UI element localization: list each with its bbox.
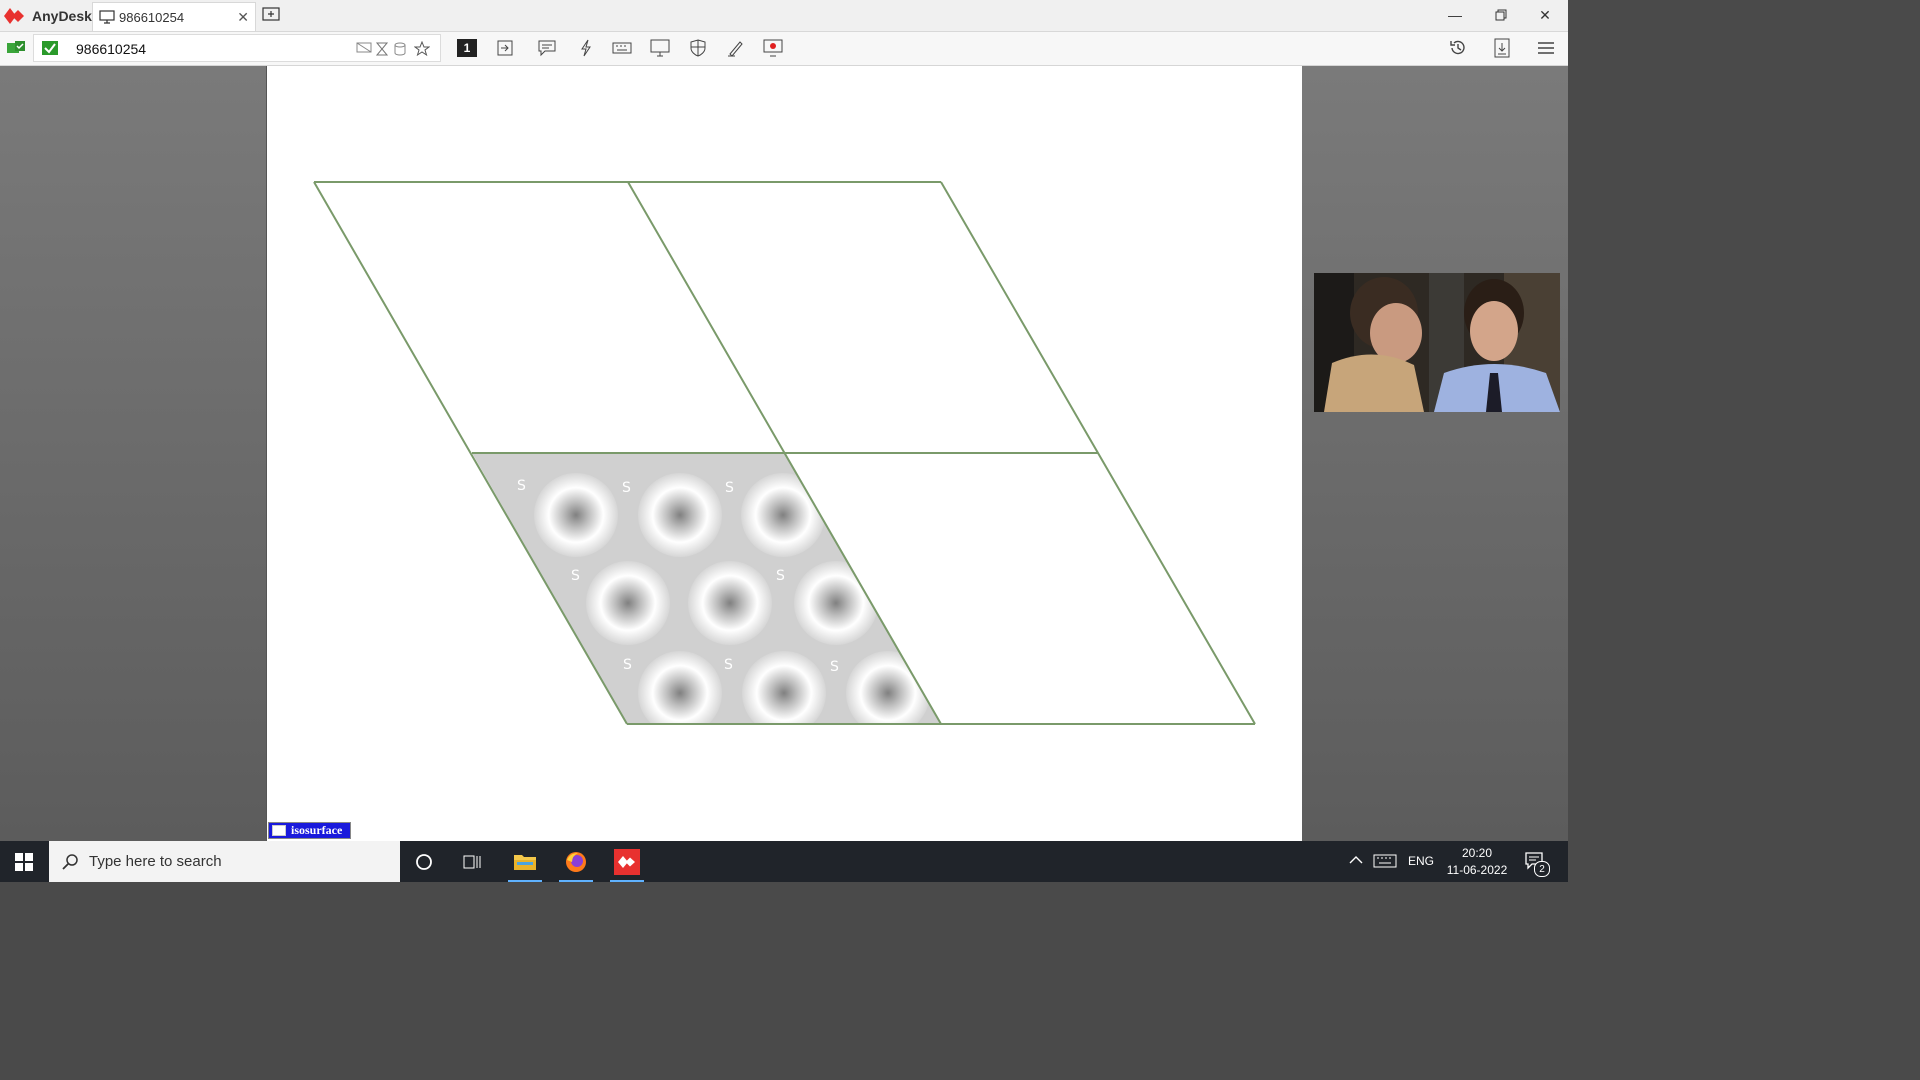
cell-label: S: [517, 478, 526, 494]
history-icon[interactable]: [1447, 37, 1469, 59]
taskbar: Type here to search ENG 20:20 11-06-2022…: [0, 841, 1568, 882]
record-session-icon[interactable]: [762, 37, 784, 59]
switch-sides-icon[interactable]: [494, 37, 516, 59]
clock-time: 20:20: [1461, 846, 1493, 860]
search-placeholder: Type here to search: [89, 853, 222, 870]
session-tab[interactable]: 986610254 ✕: [92, 2, 256, 31]
cortana-circle-icon: [416, 853, 432, 870]
cell-label: S: [724, 657, 733, 673]
notification-count-badge: 2: [1534, 861, 1550, 877]
address-bar[interactable]: 986610254: [33, 34, 441, 62]
cortana-button[interactable]: [403, 841, 445, 882]
monitor-select-button[interactable]: 1: [456, 37, 478, 59]
cell-label: S: [776, 568, 785, 584]
hourglass-icon[interactable]: [376, 42, 388, 56]
task-view-button[interactable]: [452, 841, 494, 882]
anydesk-logo-icon: [4, 8, 24, 24]
action-center-button[interactable]: 2: [1524, 851, 1550, 877]
database-icon[interactable]: [394, 42, 406, 56]
language-indicator[interactable]: ENG: [1408, 854, 1434, 868]
window-icon: [272, 825, 286, 836]
parallelogram-grid: S S S S S S S S: [313, 181, 1256, 725]
permissions-shield-icon[interactable]: [687, 37, 709, 59]
cell-label: S: [623, 657, 632, 673]
video-frame-image: [1314, 273, 1560, 412]
isosurface-window-label[interactable]: isosurface: [268, 822, 351, 839]
display-settings-icon[interactable]: [649, 37, 671, 59]
chat-icon[interactable]: [536, 37, 558, 59]
show-hidden-icons-chevron-icon[interactable]: [1349, 854, 1363, 868]
cell-label: S: [622, 480, 631, 496]
tab-label: 986610254: [119, 10, 185, 25]
active-indicator: [610, 880, 644, 882]
file-transfer-icon[interactable]: [1491, 37, 1513, 59]
close-tab-icon[interactable]: ✕: [237, 9, 249, 26]
taskbar-search[interactable]: Type here to search: [49, 841, 400, 882]
video-thumbnail: [1314, 273, 1560, 412]
monitor-number: 1: [457, 39, 477, 57]
actions-bolt-icon[interactable]: [575, 37, 597, 59]
monitor-icon: [99, 10, 115, 24]
anydesk-taskbar-button[interactable]: [606, 841, 648, 882]
verified-check-icon: [42, 41, 58, 55]
minimize-icon[interactable]: —: [1437, 4, 1473, 26]
main-menu-icon[interactable]: [1535, 37, 1557, 59]
keyboard-icon[interactable]: [611, 37, 633, 59]
firefox-icon: [566, 851, 586, 872]
active-indicator: [559, 880, 593, 882]
restore-icon[interactable]: [1483, 4, 1519, 26]
cell-label: S: [571, 568, 580, 584]
whiteboard-pen-icon[interactable]: [725, 37, 747, 59]
remote-canvas[interactable]: S S S S S S S S isosurface: [266, 66, 1302, 841]
active-indicator: [508, 880, 542, 882]
firefox-button[interactable]: [555, 841, 597, 882]
favorite-star-icon[interactable]: [414, 41, 430, 57]
search-icon: [62, 854, 78, 870]
address-value: 986610254: [76, 41, 147, 57]
cell-label: S: [830, 659, 839, 675]
toolbar: 986610254 1: [0, 32, 1568, 66]
app-brand: AnyDesk: [4, 6, 92, 26]
remote-desktop-view[interactable]: S S S S S S S S isosurface: [0, 66, 1568, 841]
clock-date: 11-06-2022: [1446, 863, 1508, 877]
app-name: AnyDesk: [32, 8, 92, 24]
shaded-cell: [472, 453, 940, 724]
title-bar: AnyDesk 986610254 ✕ — ✕: [0, 0, 1568, 32]
cell-label: S: [725, 480, 734, 496]
start-button[interactable]: [3, 841, 45, 882]
isosurface-label: isosurface: [291, 823, 343, 837]
touch-keyboard-icon[interactable]: [1373, 854, 1397, 871]
clock[interactable]: 20:20 11-06-2022: [1446, 845, 1508, 879]
close-window-icon[interactable]: ✕: [1527, 4, 1563, 26]
windows-logo-icon: [15, 852, 33, 871]
anydesk-taskbar-icon: [614, 848, 640, 875]
screen-icon[interactable]: [356, 42, 372, 56]
new-tab-icon[interactable]: [262, 7, 280, 23]
file-explorer-button[interactable]: [504, 841, 546, 882]
task-view-icon: [463, 855, 481, 868]
connection-status-icon[interactable]: [5, 37, 27, 59]
folder-icon: [514, 854, 536, 870]
